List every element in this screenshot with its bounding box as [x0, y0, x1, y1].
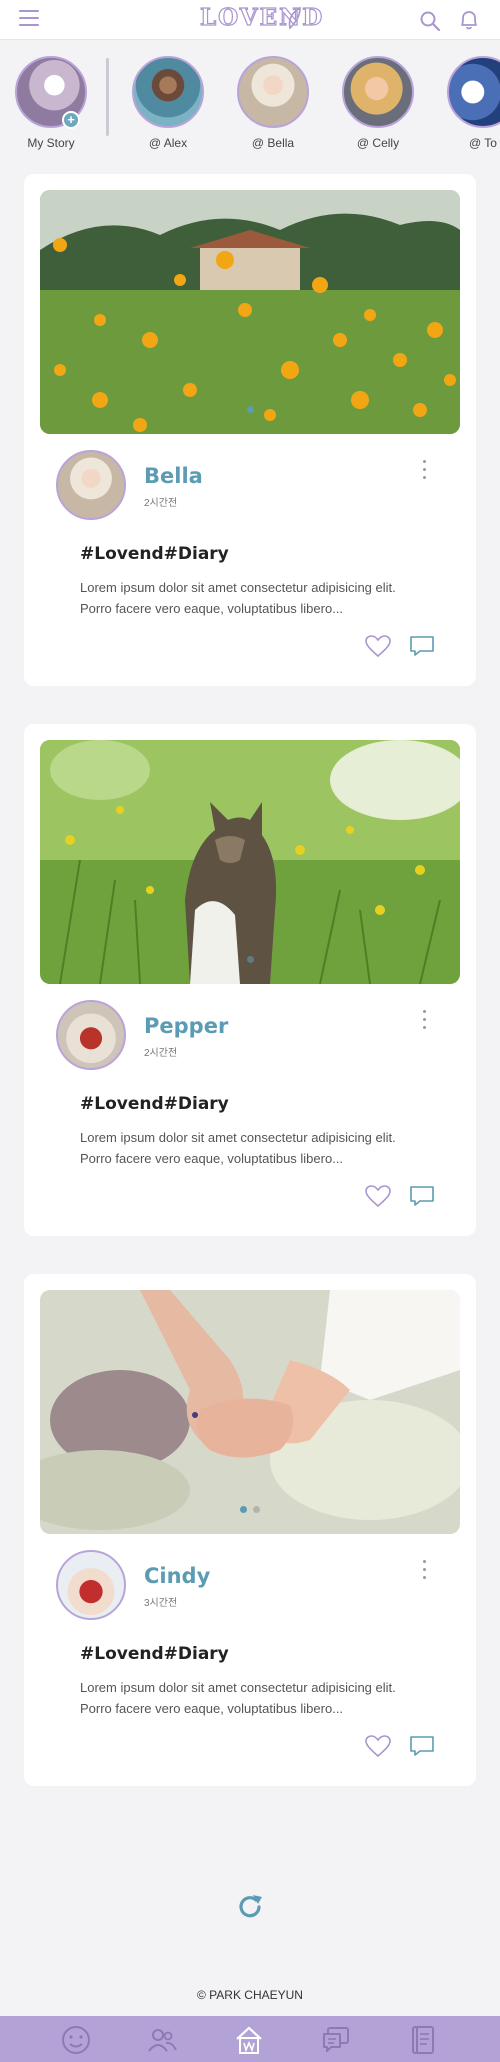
- author-name[interactable]: Bella: [144, 464, 203, 488]
- story-bar: + My Story @ Alex @ Bella @ Celly @ To: [0, 40, 500, 158]
- story-label: My Story: [27, 136, 75, 150]
- story-label: @ Bella: [251, 136, 295, 150]
- author-name[interactable]: Pepper: [144, 1014, 228, 1038]
- avatar: [132, 56, 204, 128]
- post-time: 3시간전: [144, 1598, 178, 1609]
- story-to[interactable]: @ To: [438, 56, 500, 150]
- slide-dots: [40, 950, 460, 968]
- slide-dots: [40, 1500, 460, 1518]
- search-icon[interactable]: [419, 10, 441, 32]
- story-my-story[interactable]: + My Story: [6, 56, 96, 150]
- comment-icon[interactable]: [408, 1184, 436, 1208]
- menu-icon[interactable]: [19, 10, 39, 28]
- post-text: Lorem ipsum dolor sit amet consectetur a…: [80, 1680, 396, 1716]
- post-title: #Lovend#Diary: [80, 1644, 229, 1664]
- more-options-icon[interactable]: [420, 460, 428, 482]
- author-avatar[interactable]: [56, 450, 126, 520]
- post-text: Lorem ipsum dolor sit amet consectetur a…: [80, 1130, 396, 1166]
- comment-icon[interactable]: [408, 634, 436, 658]
- avatar: [342, 56, 414, 128]
- post-card: Pepper 2시간전 #Lovend#Diary Lorem ipsum do…: [24, 724, 476, 1236]
- story-label: @ To: [469, 136, 497, 150]
- post-title: #Lovend#Diary: [80, 544, 229, 564]
- friends-icon[interactable]: [146, 2024, 178, 2056]
- heart-icon[interactable]: [364, 1734, 392, 1758]
- slide-dots: [40, 400, 460, 418]
- post-photo[interactable]: [40, 1290, 460, 1534]
- copyright-text: © PARK CHAEYUN: [197, 1988, 303, 2002]
- story-divider: [106, 58, 109, 136]
- leaf-icon: [288, 6, 301, 30]
- bell-icon[interactable]: [459, 9, 479, 31]
- post-title: #Lovend#Diary: [80, 1094, 229, 1114]
- story-celly[interactable]: @ Celly: [333, 56, 423, 150]
- story-label: @ Alex: [148, 136, 188, 150]
- avatar: [447, 56, 500, 128]
- story-label: @ Celly: [356, 136, 400, 150]
- diary-icon[interactable]: [406, 2024, 438, 2056]
- poppy-field-image: [40, 190, 460, 434]
- post-photo[interactable]: [40, 190, 460, 434]
- messages-icon[interactable]: [320, 2024, 352, 2056]
- post-card: Bella 2시간전 #Lovend#Diary Lorem ipsum dol…: [24, 174, 476, 686]
- more-options-icon[interactable]: [420, 1560, 428, 1582]
- face-icon[interactable]: [60, 2024, 92, 2056]
- post-card: Cindy 3시간전 #Lovend#Diary Lorem ipsum dol…: [24, 1274, 476, 1786]
- more-options-icon[interactable]: [420, 1010, 428, 1032]
- author-avatar[interactable]: [56, 1550, 126, 1620]
- add-story-icon[interactable]: +: [62, 111, 80, 129]
- story-bella[interactable]: @ Bella: [228, 56, 318, 150]
- bottom-nav: [0, 2016, 500, 2062]
- post-photo[interactable]: [40, 740, 460, 984]
- home-icon[interactable]: [233, 2024, 265, 2056]
- heart-icon[interactable]: [364, 1184, 392, 1208]
- comment-icon[interactable]: [408, 1734, 436, 1758]
- app-header: LOVEND: [0, 0, 500, 40]
- refresh-icon[interactable]: [234, 1891, 266, 1923]
- author-name[interactable]: Cindy: [144, 1564, 210, 1588]
- cat-in-grass-image: [40, 740, 460, 984]
- post-time: 2시간전: [144, 498, 178, 509]
- author-avatar[interactable]: [56, 1000, 126, 1070]
- post-time: 2시간전: [144, 1048, 178, 1059]
- heart-icon[interactable]: [364, 634, 392, 658]
- avatar: [237, 56, 309, 128]
- holding-hands-image: [40, 1290, 460, 1534]
- post-text: Lorem ipsum dolor sit amet consectetur a…: [80, 580, 396, 616]
- story-alex[interactable]: @ Alex: [123, 56, 213, 150]
